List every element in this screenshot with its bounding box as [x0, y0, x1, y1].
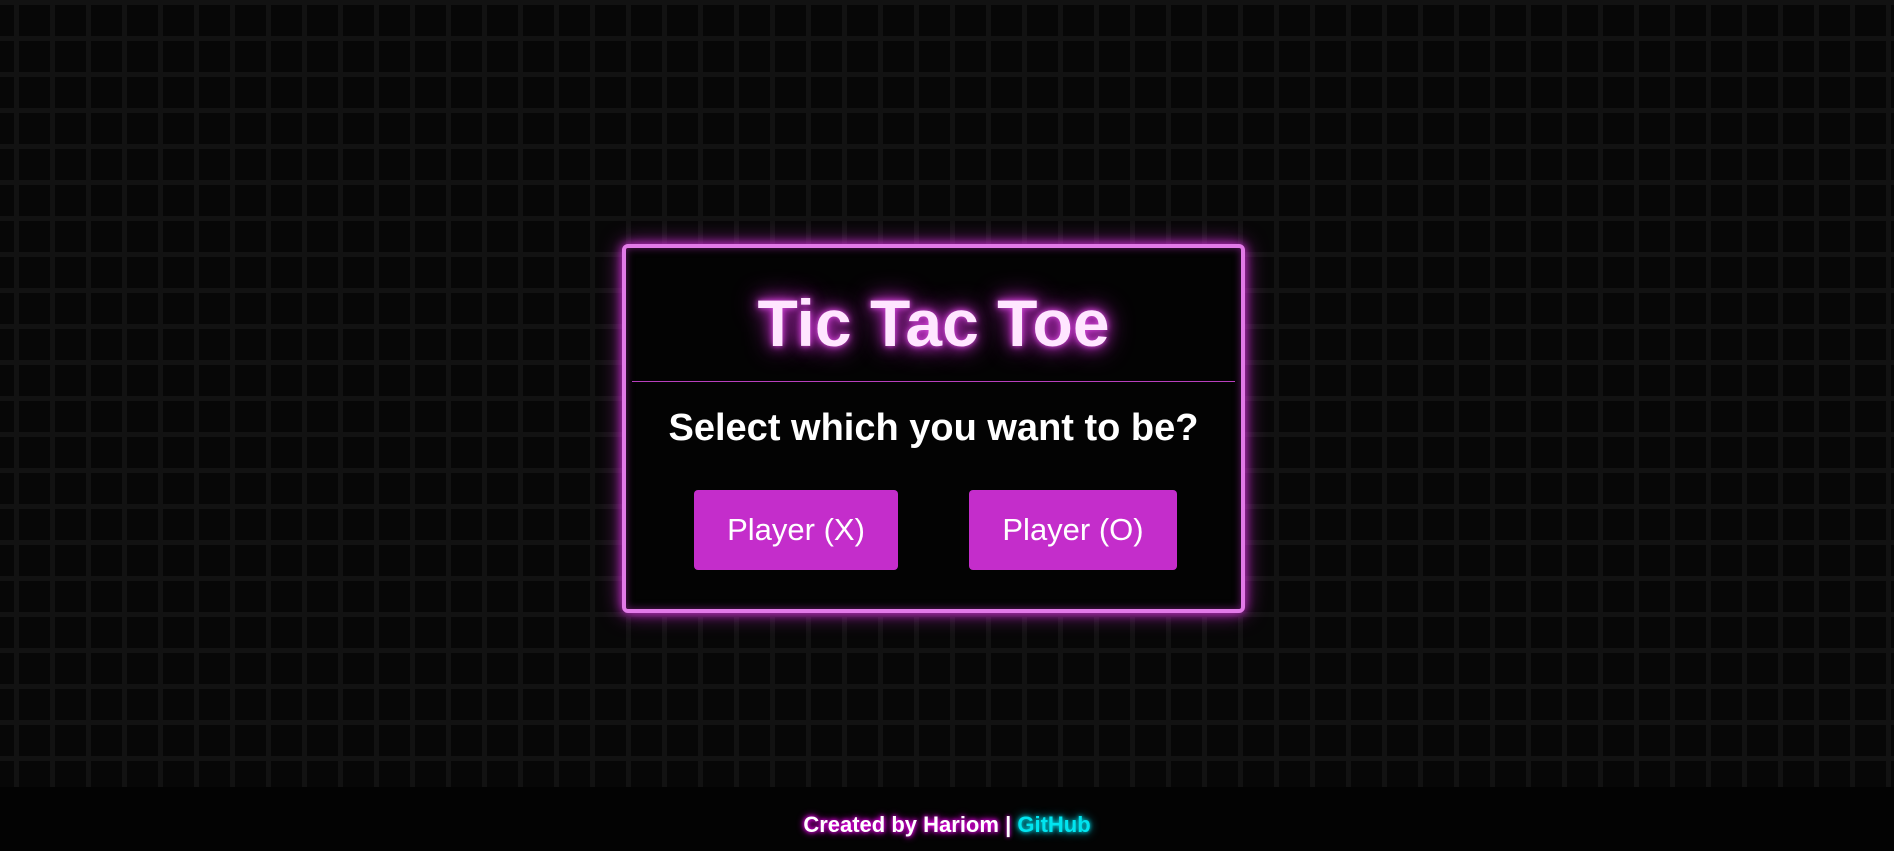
- footer-credit: Created by Hariom | GitHub: [0, 810, 1894, 840]
- player-x-button[interactable]: Player (X): [694, 490, 898, 570]
- github-link[interactable]: GitHub: [1017, 812, 1090, 837]
- footer-separator: |: [1005, 812, 1012, 837]
- select-box: Tic Tac Toe Select which you want to be?…: [622, 244, 1245, 613]
- player-o-button[interactable]: Player (O): [969, 490, 1177, 570]
- game-title: Tic Tac Toe: [757, 286, 1110, 360]
- created-by-text: Created by Hariom: [803, 812, 999, 837]
- select-prompt: Select which you want to be?: [668, 407, 1199, 449]
- divider: [632, 381, 1235, 382]
